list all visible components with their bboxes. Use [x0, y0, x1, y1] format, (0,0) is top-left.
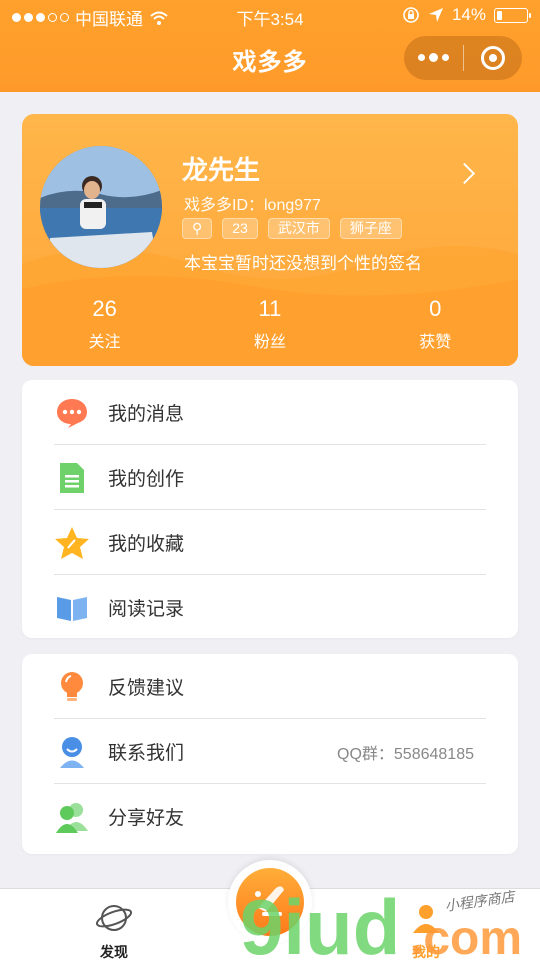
menu-item-history[interactable]: 阅读记录	[54, 575, 486, 640]
menu-item-creations-label: 我的创作	[108, 469, 185, 490]
profile-card[interactable]: 龙先生 戏多多ID：long977 ⚲ 23 武汉市 狮子座 本宝宝暂时还没想到…	[22, 114, 518, 366]
more-button[interactable]	[404, 36, 463, 80]
mini-program-capsule	[404, 36, 522, 80]
menu-item-share-label: 分享好友	[108, 808, 185, 829]
profile-id: 戏多多ID：long977	[184, 197, 321, 214]
stat-following-count: 26	[92, 296, 117, 321]
lightbulb-icon	[54, 669, 90, 705]
menu-card-support: 反馈建议 联系我们 QQ群：558648185 分享好友	[22, 654, 518, 854]
location-icon	[428, 8, 443, 22]
menu-item-contact-label: 联系我们	[108, 743, 185, 764]
menu-item-feedback[interactable]: 反馈建议	[54, 654, 486, 719]
target-icon	[480, 46, 505, 70]
more-dots-icon	[417, 53, 449, 62]
profile-name: 龙先生	[182, 155, 261, 185]
create-icon	[236, 868, 304, 936]
stat-following-label: 关注	[88, 334, 121, 351]
stat-followers-count: 11	[258, 296, 282, 321]
menu-item-messages-label: 我的消息	[108, 404, 185, 425]
menu-item-favorites-label: 我的收藏	[108, 534, 185, 555]
rotation-lock-icon	[403, 7, 419, 23]
stat-likes-label: 获赞	[419, 334, 452, 351]
header: 中国联通 下午3:54 14% 戏多多	[0, 0, 540, 92]
book-icon	[54, 590, 90, 626]
tab-me[interactable]: 我的	[386, 901, 466, 960]
create-button[interactable]	[228, 860, 312, 944]
stat-followers-label: 粉丝	[253, 334, 286, 351]
planet-icon	[95, 905, 133, 931]
stat-followers[interactable]: 11 粉丝	[187, 296, 352, 352]
stat-likes[interactable]: 0 获赞	[353, 296, 518, 352]
person-icon	[413, 905, 439, 933]
qq-group-number: QQ群：558648185	[337, 745, 474, 763]
battery-percent: 14%	[451, 5, 486, 24]
document-icon	[54, 460, 90, 496]
city-tag: 武汉市	[267, 218, 330, 239]
menu-item-history-label: 阅读记录	[108, 599, 185, 620]
profile-tags: ⚲ 23 武汉市 狮子座	[182, 218, 402, 239]
menu-item-contact[interactable]: 联系我们 QQ群：558648185	[54, 719, 486, 784]
contact-icon	[54, 734, 90, 770]
profile-signature: 本宝宝暂时还没想到个性的签名	[184, 254, 422, 273]
menu-item-creations[interactable]: 我的创作	[54, 445, 486, 510]
gender-tag: ⚲	[182, 218, 213, 239]
zodiac-tag: 狮子座	[339, 218, 402, 239]
menu-item-messages[interactable]: 我的消息	[54, 380, 486, 445]
star-icon	[54, 525, 90, 561]
friends-icon	[54, 799, 90, 835]
menu-item-feedback-label: 反馈建议	[108, 678, 185, 699]
menu-item-share[interactable]: 分享好友	[54, 784, 486, 849]
tab-me-label: 我的	[412, 944, 440, 960]
battery-icon	[494, 7, 531, 23]
profile-stats: 26 关注 11 粉丝 0 获赞	[22, 296, 518, 352]
close-mini-program-button[interactable]	[464, 36, 523, 80]
status-bar: 中国联通 下午3:54 14%	[0, 0, 540, 30]
menu-card-personal: 我的消息 我的创作 我的收藏 阅读记录	[22, 380, 518, 638]
chat-bubble-icon	[54, 395, 90, 431]
stat-likes-count: 0	[429, 296, 442, 321]
stat-following[interactable]: 26 关注	[22, 296, 187, 352]
age-tag: 23	[222, 218, 258, 239]
menu-item-favorites[interactable]: 我的收藏	[54, 510, 486, 575]
tab-discover[interactable]: 发现	[74, 901, 154, 960]
tab-discover-label: 发现	[100, 944, 128, 960]
avatar[interactable]	[40, 146, 162, 268]
